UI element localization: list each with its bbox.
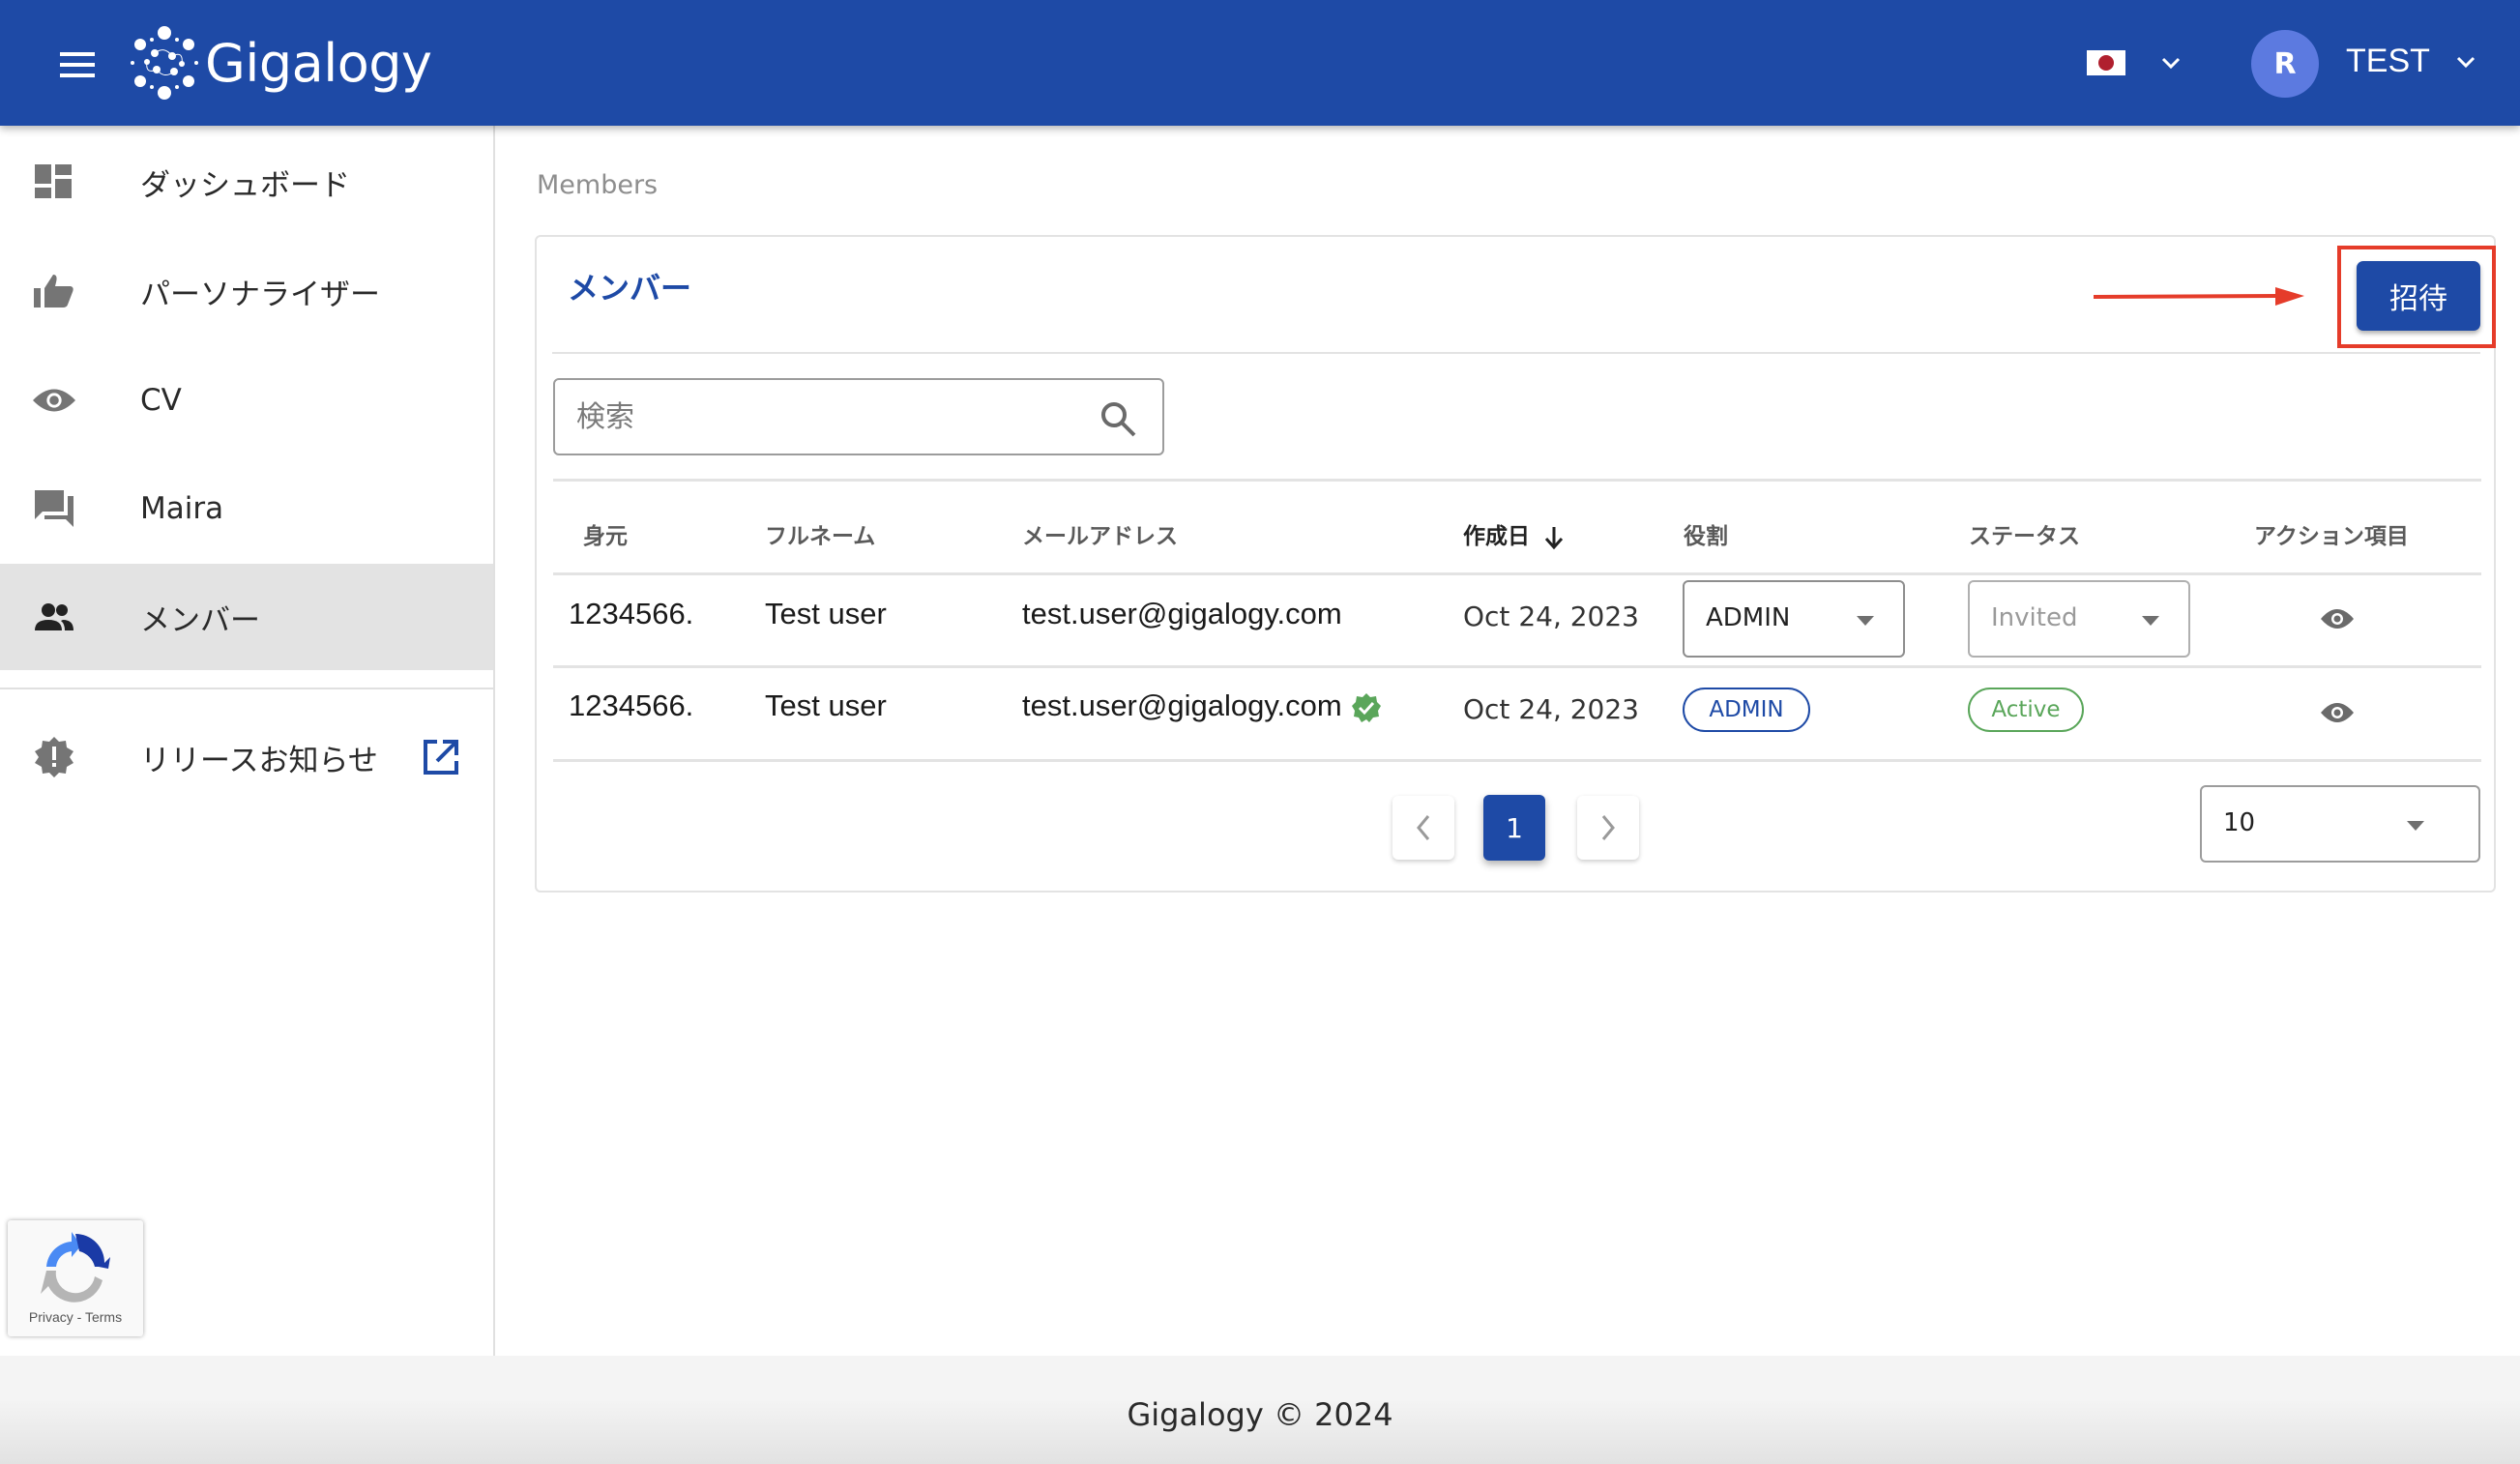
app-header: Gigalogy R TEST xyxy=(0,0,2520,126)
invite-button[interactable]: 招待 xyxy=(2357,261,2480,331)
avatar[interactable]: R xyxy=(2251,30,2319,98)
status-chip: Active xyxy=(1968,688,2084,732)
member-id: 1234566. xyxy=(569,688,694,722)
column-header-status[interactable]: ステータス xyxy=(1969,517,2080,550)
footer: Gigalogy © 2024 xyxy=(0,1356,2520,1464)
sidebar: ダッシュボード パーソナライザー CV Maira メンバー リリースお知らせ xyxy=(0,126,495,1356)
column-header-email[interactable]: メールアドレス xyxy=(1022,517,1178,550)
view-eye-icon[interactable] xyxy=(2321,607,2354,630)
column-header-actions: アクション項目 xyxy=(2254,524,2409,549)
column-header-role[interactable]: 役割 xyxy=(1684,517,1728,550)
sidebar-item-dashboard[interactable]: ダッシュボード xyxy=(0,129,493,235)
japan-flag-icon xyxy=(2087,50,2125,75)
role-chip: ADMIN xyxy=(1683,688,1810,732)
role-select-value: ADMIN xyxy=(1706,603,1791,632)
status-select-value: Invited xyxy=(1991,603,2078,632)
logo[interactable]: Gigalogy xyxy=(126,21,432,104)
member-id: 1234566. xyxy=(569,597,694,630)
column-header-id[interactable]: 身元 xyxy=(583,517,628,550)
sidebar-item-members[interactable]: メンバー xyxy=(0,564,493,670)
external-link-icon[interactable] xyxy=(422,738,460,776)
recaptcha-icon xyxy=(41,1232,110,1303)
column-header-created[interactable]: 作成日 xyxy=(1463,517,1565,550)
app-name: Gigalogy xyxy=(205,32,432,94)
search-input[interactable] xyxy=(576,394,1079,440)
prev-page-button[interactable] xyxy=(1392,796,1454,860)
sidebar-divider xyxy=(0,688,493,689)
table-border xyxy=(553,572,2481,575)
chevron-down-icon xyxy=(2456,56,2475,68)
arrow-down-icon xyxy=(1544,526,1564,549)
user-menu[interactable]: TEST xyxy=(2346,43,2476,80)
card-divider xyxy=(552,352,2480,354)
page-title: メンバー xyxy=(568,270,692,307)
chevron-right-icon xyxy=(1601,815,1615,840)
eye-icon xyxy=(33,379,75,422)
chat-icon xyxy=(33,487,75,530)
sidebar-item-release-notes[interactable]: リリースお知らせ xyxy=(0,704,493,810)
table-border xyxy=(553,759,2481,762)
member-created-date: Oct 24, 2023 xyxy=(1463,693,1639,725)
page-size-select[interactable]: 10 xyxy=(2200,785,2480,863)
view-eye-icon[interactable] xyxy=(2321,701,2354,724)
caret-down-icon xyxy=(1857,616,1874,626)
table-border xyxy=(553,479,2481,482)
member-name: Test user xyxy=(765,597,887,630)
member-name: Test user xyxy=(765,688,887,722)
member-email: test.user@gigalogy.com xyxy=(1022,688,1342,722)
recaptcha-links[interactable]: Privacy - Terms xyxy=(8,1309,143,1325)
user-name: TEST xyxy=(2346,43,2430,79)
sidebar-item-cv[interactable]: CV xyxy=(0,347,493,454)
chevron-down-icon xyxy=(2161,57,2181,70)
gigalogy-logo-icon xyxy=(131,26,198,100)
members-card: メンバー 招待 身元 フルネーム メールアドレス 作成日 役割 ステータス アク… xyxy=(535,235,2496,893)
search-icon[interactable] xyxy=(1099,399,1137,438)
thumb-up-icon xyxy=(33,270,75,312)
copyright: Gigalogy © 2024 xyxy=(1127,1396,1393,1433)
dashboard-icon xyxy=(33,161,75,203)
role-select[interactable]: ADMIN xyxy=(1683,580,1905,658)
hamburger-menu-icon[interactable] xyxy=(60,52,95,77)
sidebar-item-personalizer[interactable]: パーソナライザー xyxy=(0,238,493,344)
member-created-date: Oct 24, 2023 xyxy=(1463,600,1639,632)
status-select[interactable]: Invited xyxy=(1968,580,2190,658)
sidebar-item-label: CV xyxy=(140,383,182,418)
page-button[interactable]: 1 xyxy=(1483,795,1545,861)
next-page-button[interactable] xyxy=(1577,796,1639,860)
breadcrumb: Members xyxy=(537,170,659,200)
member-email: test.user@gigalogy.com xyxy=(1022,597,1342,630)
search-field[interactable] xyxy=(553,378,1164,455)
caret-down-icon xyxy=(2142,616,2159,626)
sidebar-item-label: リリースお知らせ xyxy=(140,743,378,778)
annotation-arrow xyxy=(2094,287,2304,306)
column-header-label: 作成日 xyxy=(1463,524,1530,549)
table-border xyxy=(553,665,2481,668)
sidebar-item-label: メンバー xyxy=(140,602,260,638)
member-email-cell: test.user@gigalogy.com xyxy=(1022,688,1381,723)
language-selector[interactable] xyxy=(2087,50,2182,75)
new-release-icon xyxy=(33,736,75,778)
sidebar-item-maira[interactable]: Maira xyxy=(0,455,493,562)
caret-down-icon xyxy=(2407,821,2424,831)
recaptcha-badge[interactable]: Privacy - Terms xyxy=(8,1220,143,1336)
people-icon xyxy=(33,596,75,638)
sidebar-item-label: パーソナライザー xyxy=(140,277,380,312)
page-size-value: 10 xyxy=(2223,808,2256,837)
sidebar-item-label: ダッシュボード xyxy=(140,167,350,203)
verified-badge-icon xyxy=(1351,692,1381,722)
chevron-left-icon xyxy=(1417,815,1430,840)
column-header-full-name[interactable]: フルネーム xyxy=(765,517,875,550)
sidebar-item-label: Maira xyxy=(140,491,224,526)
